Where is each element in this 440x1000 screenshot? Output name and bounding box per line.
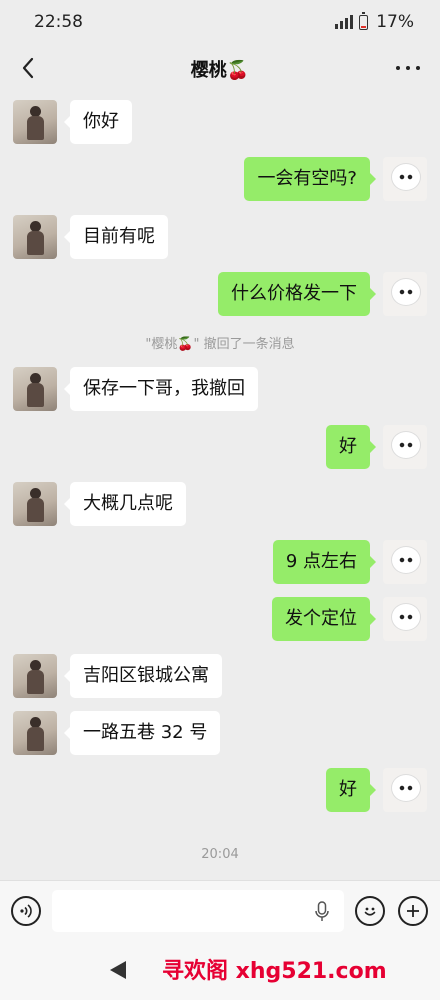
battery-percent: 17%	[376, 12, 414, 32]
message-bubble-outgoing[interactable]: 好	[326, 768, 376, 812]
contact-avatar[interactable]	[13, 367, 57, 411]
my-avatar[interactable]	[383, 157, 427, 201]
my-avatar[interactable]	[383, 272, 427, 316]
emoji-icon[interactable]	[355, 896, 385, 926]
voice-icon[interactable]	[11, 896, 41, 926]
chat-header: 樱桃🍒	[0, 44, 440, 94]
my-avatar[interactable]	[383, 425, 427, 469]
message-bubble-outgoing[interactable]: 发个定位	[272, 597, 376, 641]
chevron-left-icon[interactable]	[16, 56, 40, 80]
input-bar	[0, 880, 440, 940]
message-bubble-incoming[interactable]: 目前有呢	[64, 215, 168, 259]
watermark-text: 寻欢阁 xhg521.com	[162, 959, 387, 984]
contact-avatar[interactable]	[13, 711, 57, 755]
contact-avatar[interactable]	[13, 100, 57, 144]
more-dots-icon[interactable]	[396, 58, 420, 78]
chat-title: 樱桃🍒	[190, 60, 250, 81]
message-bubble-incoming[interactable]: 大概几点呢	[64, 482, 186, 526]
message-list[interactable]: 你好 一会有空吗? 目前有呢 什么价格发一下 "樱桃🍒" 撤回了一条消息 保存一…	[0, 94, 440, 880]
plus-icon[interactable]	[398, 896, 428, 926]
message-timestamp: 20:04	[201, 847, 239, 862]
status-bar: 22:58 17%	[0, 0, 440, 44]
signal-icon	[335, 15, 354, 29]
message-bubble-incoming[interactable]: 吉阳区银城公寓	[64, 654, 222, 698]
contact-avatar[interactable]	[13, 482, 57, 526]
message-bubble-outgoing[interactable]: 好	[326, 425, 376, 469]
status-time: 22:58	[34, 12, 83, 32]
battery-icon	[359, 11, 369, 30]
system-back-icon[interactable]	[110, 961, 126, 979]
message-input[interactable]	[52, 890, 344, 932]
message-bubble-incoming[interactable]: 一路五巷 32 号	[63, 711, 221, 755]
message-bubble-outgoing[interactable]: 9 点左右	[272, 540, 377, 584]
my-avatar[interactable]	[383, 768, 427, 812]
message-bubble-incoming[interactable]: 你好	[64, 100, 132, 144]
message-bubble-incoming[interactable]: 保存一下哥，我撤回	[64, 367, 258, 411]
my-avatar[interactable]	[383, 597, 427, 641]
recall-notice: "樱桃🍒" 撤回了一条消息	[145, 337, 295, 352]
status-right: 17%	[335, 11, 414, 32]
my-avatar[interactable]	[383, 540, 427, 584]
message-bubble-outgoing[interactable]: 什么价格发一下	[218, 272, 376, 316]
contact-avatar[interactable]	[13, 654, 57, 698]
contact-avatar[interactable]	[13, 215, 57, 259]
mic-icon[interactable]	[314, 901, 330, 923]
message-bubble-outgoing[interactable]: 一会有空吗?	[244, 157, 376, 201]
